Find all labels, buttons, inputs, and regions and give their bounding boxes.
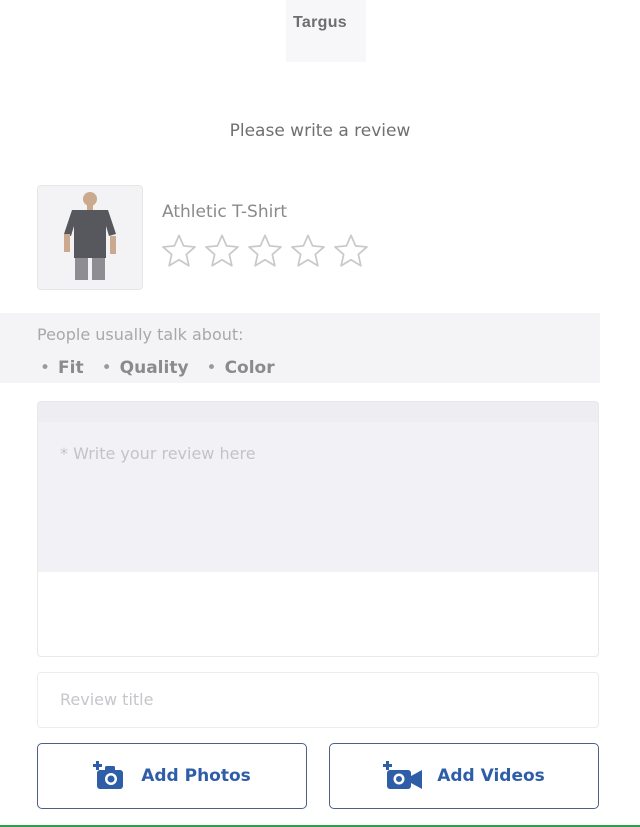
video-camera-plus-icon	[383, 761, 423, 791]
add-videos-button[interactable]: Add Videos	[329, 743, 599, 809]
topics-label: People usually talk about:	[37, 325, 244, 344]
topics-list: Fit Quality Color	[40, 358, 275, 378]
camera-plus-icon	[93, 761, 127, 791]
star-icon[interactable]	[332, 233, 370, 269]
product-image	[37, 185, 143, 290]
review-title-placeholder: Review title	[60, 690, 154, 709]
topic-quality[interactable]: Quality	[102, 358, 189, 378]
star-icon[interactable]	[160, 233, 198, 269]
star-icon[interactable]	[289, 233, 327, 269]
topic-color[interactable]: Color	[207, 358, 275, 378]
add-videos-label: Add Videos	[437, 766, 545, 786]
rating-stars	[160, 233, 370, 269]
page-title: Please write a review	[229, 121, 411, 141]
add-photos-label: Add Photos	[141, 766, 251, 786]
star-icon[interactable]	[203, 233, 241, 269]
product-name: Athletic T-Shirt	[162, 202, 287, 222]
add-photos-button[interactable]: Add Photos	[37, 743, 307, 809]
topic-fit[interactable]: Fit	[40, 358, 84, 378]
brand-logo: Targus	[293, 14, 347, 31]
review-placeholder: * Write your review here	[60, 444, 256, 463]
review-textarea[interactable]	[37, 401, 599, 657]
star-icon[interactable]	[246, 233, 284, 269]
